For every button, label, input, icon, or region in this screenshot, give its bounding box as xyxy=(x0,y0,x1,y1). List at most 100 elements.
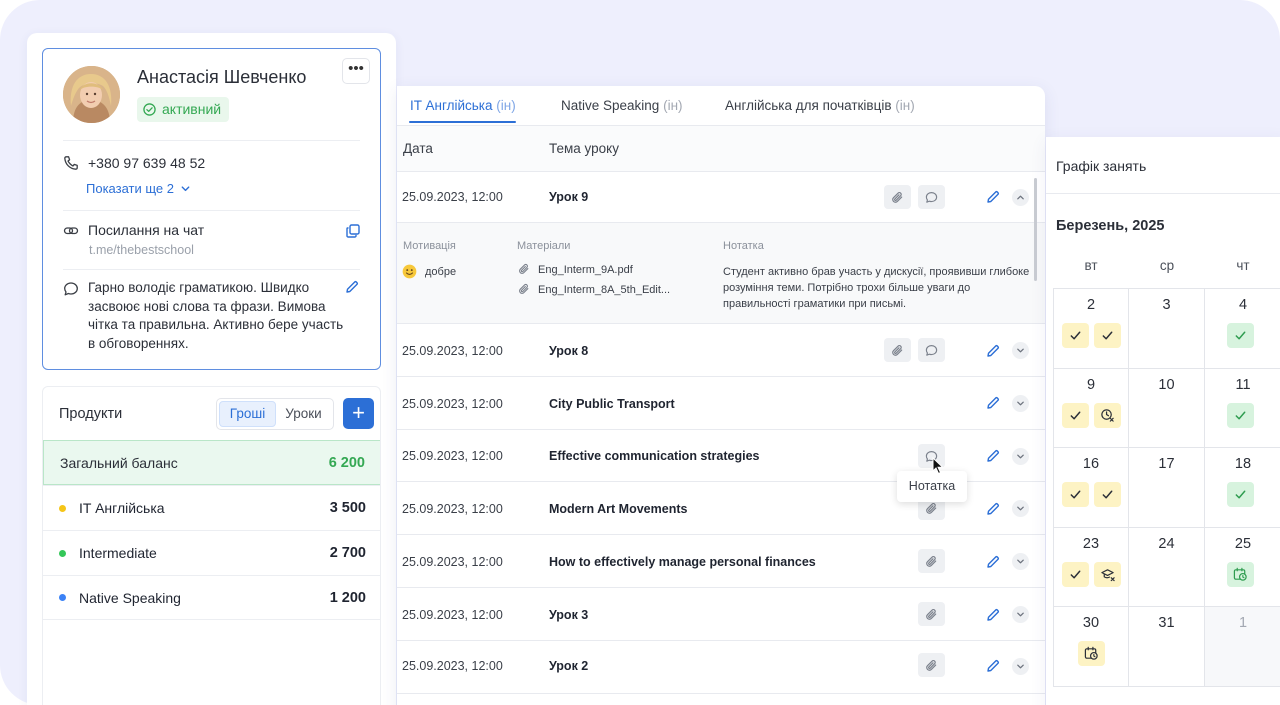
tab-it-english[interactable]: IT Англійська (ін) xyxy=(410,98,516,113)
table-row[interactable]: 25.09.2023, 12:00 How to effectively man… xyxy=(397,535,1045,588)
lesson-completed-badge[interactable] xyxy=(1227,482,1254,507)
calendar-day[interactable]: 16 xyxy=(1053,448,1129,528)
lesson-missed-badge[interactable] xyxy=(1094,402,1121,428)
lesson-attended-badge[interactable] xyxy=(1094,323,1121,348)
schedule-title: Графік занять xyxy=(1056,158,1147,174)
toggle-money[interactable]: Гроші xyxy=(219,401,276,427)
calendar-day[interactable]: 18 xyxy=(1205,448,1280,528)
lesson-date: 25.09.2023, 12:00 xyxy=(402,449,503,463)
calendar-day[interactable]: 11 xyxy=(1205,369,1280,448)
expand-row-button[interactable] xyxy=(1012,342,1029,359)
calendar-day[interactable]: 23 xyxy=(1053,527,1129,607)
table-row[interactable]: 25.09.2023, 12:00 Урок 8 xyxy=(397,324,1045,377)
lesson-completed-badge[interactable] xyxy=(1227,402,1254,428)
calendar-day[interactable]: 3 xyxy=(1129,289,1205,369)
divider xyxy=(1046,193,1280,194)
student-name: Анастасія Шевченко xyxy=(137,67,307,87)
attachments-button[interactable] xyxy=(918,549,945,573)
calendar-day[interactable]: 4 xyxy=(1205,289,1280,369)
attachments-button[interactable] xyxy=(884,338,911,362)
status-text: активний xyxy=(162,101,222,117)
table-row[interactable]: 25.09.2023, 12:00 Урок 2 xyxy=(397,641,1045,694)
material-file[interactable]: Eng_Interm_9A.pdf xyxy=(538,264,633,276)
day-number: 1 xyxy=(1238,615,1248,631)
table-row[interactable]: 25.09.2023, 12:00 City Public Transport xyxy=(397,377,1045,430)
calendar-day[interactable]: 24 xyxy=(1129,527,1205,607)
more-options-button[interactable]: ••• xyxy=(342,58,370,84)
attachments-button[interactable] xyxy=(918,602,945,626)
lesson-attended-badge[interactable] xyxy=(1062,402,1089,428)
product-item[interactable]: IT Англійська 3 500 xyxy=(43,485,380,530)
day-number: 24 xyxy=(1158,535,1175,552)
note-tooltip: Нотатка xyxy=(897,471,967,502)
add-product-button[interactable]: + xyxy=(343,398,374,429)
lesson-scheduled-badge[interactable] xyxy=(1227,561,1254,587)
expand-row-button[interactable] xyxy=(1012,606,1029,623)
product-value: 3 500 xyxy=(329,500,366,516)
material-file[interactable]: Eng_Interm_8A_5th_Edit... xyxy=(538,284,670,296)
calendar-day[interactable]: 17 xyxy=(1129,448,1205,528)
attachments-button[interactable] xyxy=(918,653,945,677)
paperclip-icon xyxy=(926,659,937,671)
copy-icon[interactable] xyxy=(345,223,361,239)
collapse-row-button[interactable] xyxy=(1012,189,1029,206)
paperclip-icon xyxy=(926,555,937,567)
calendar-day[interactable]: 25 xyxy=(1205,528,1280,607)
calendar-day[interactable]: 2 xyxy=(1053,289,1129,369)
edit-note-icon[interactable] xyxy=(345,280,359,294)
table-row[interactable]: 25.09.2023, 12:00 Урок 9 xyxy=(397,172,1045,223)
edit-icon[interactable] xyxy=(986,190,1000,204)
expand-row-button[interactable] xyxy=(1012,500,1029,517)
edit-icon[interactable] xyxy=(986,396,1000,410)
lesson-attended-badge[interactable] xyxy=(1062,323,1089,348)
expand-row-button[interactable] xyxy=(1012,658,1029,675)
chat-link-url[interactable]: t.me/thebestschool xyxy=(89,243,194,257)
calendar-day[interactable]: 30 xyxy=(1053,607,1129,687)
lesson-completed-badge[interactable] xyxy=(1227,323,1254,348)
weekday-label: вт xyxy=(1084,258,1098,273)
day-number: 30 xyxy=(1082,615,1100,631)
note-button[interactable] xyxy=(918,338,945,362)
paperclip-icon xyxy=(926,502,937,514)
calendar-day[interactable]: 31 xyxy=(1129,607,1205,687)
day-number: 23 xyxy=(1082,535,1100,552)
expand-row-button[interactable] xyxy=(1012,553,1029,570)
tab-english-beginners[interactable]: Англійська для початківців (ін) xyxy=(725,98,915,113)
edit-icon[interactable] xyxy=(986,502,1000,516)
scrollbar[interactable] xyxy=(1034,178,1037,281)
lesson-topic: Урок 3 xyxy=(549,608,589,622)
lesson-date: 25.09.2023, 12:00 xyxy=(402,608,503,622)
edit-icon[interactable] xyxy=(986,608,1000,622)
chevron-down-icon xyxy=(1017,348,1024,353)
tab-native-speaking[interactable]: Native Speaking (ін) xyxy=(561,98,683,113)
product-color-dot xyxy=(59,504,66,512)
expand-row-button[interactable] xyxy=(1012,395,1029,412)
show-more-button[interactable]: Показати ще 2 xyxy=(86,181,191,196)
lesson-cancelled-badge[interactable] xyxy=(1094,561,1121,587)
calendar-day-next-month[interactable]: 1 xyxy=(1205,607,1280,687)
edit-icon[interactable] xyxy=(986,555,1000,569)
lesson-attended-badge[interactable] xyxy=(1062,561,1089,587)
lesson-topic: Effective communication strategies xyxy=(549,449,760,463)
day-number: 9 xyxy=(1086,376,1096,393)
edit-icon[interactable] xyxy=(986,659,1000,673)
edit-icon[interactable] xyxy=(986,449,1000,463)
calendar-day[interactable]: 9 xyxy=(1053,368,1129,448)
day-number: 2 xyxy=(1086,297,1096,313)
product-item[interactable]: Native Speaking 1 200 xyxy=(43,575,380,620)
edit-icon[interactable] xyxy=(986,344,1000,358)
note-button[interactable] xyxy=(918,185,945,209)
expand-row-button[interactable] xyxy=(1012,448,1029,465)
lesson-scheduled-badge[interactable] xyxy=(1078,641,1105,666)
chevron-down-icon xyxy=(1017,454,1024,459)
table-row[interactable]: 25.09.2023, 12:00 Урок 3 xyxy=(397,588,1045,641)
chevron-down-icon xyxy=(1017,506,1024,511)
calendar-day[interactable]: 10 xyxy=(1129,368,1205,448)
lesson-attended-badge[interactable] xyxy=(1094,482,1121,507)
product-name: Native Speaking xyxy=(79,589,181,606)
lesson-attended-badge[interactable] xyxy=(1062,482,1089,507)
attachments-button[interactable] xyxy=(884,185,911,209)
day-number: 11 xyxy=(1235,376,1251,393)
toggle-lessons[interactable]: Уроки xyxy=(276,402,331,426)
product-item[interactable]: Intermediate 2 700 xyxy=(43,530,380,575)
